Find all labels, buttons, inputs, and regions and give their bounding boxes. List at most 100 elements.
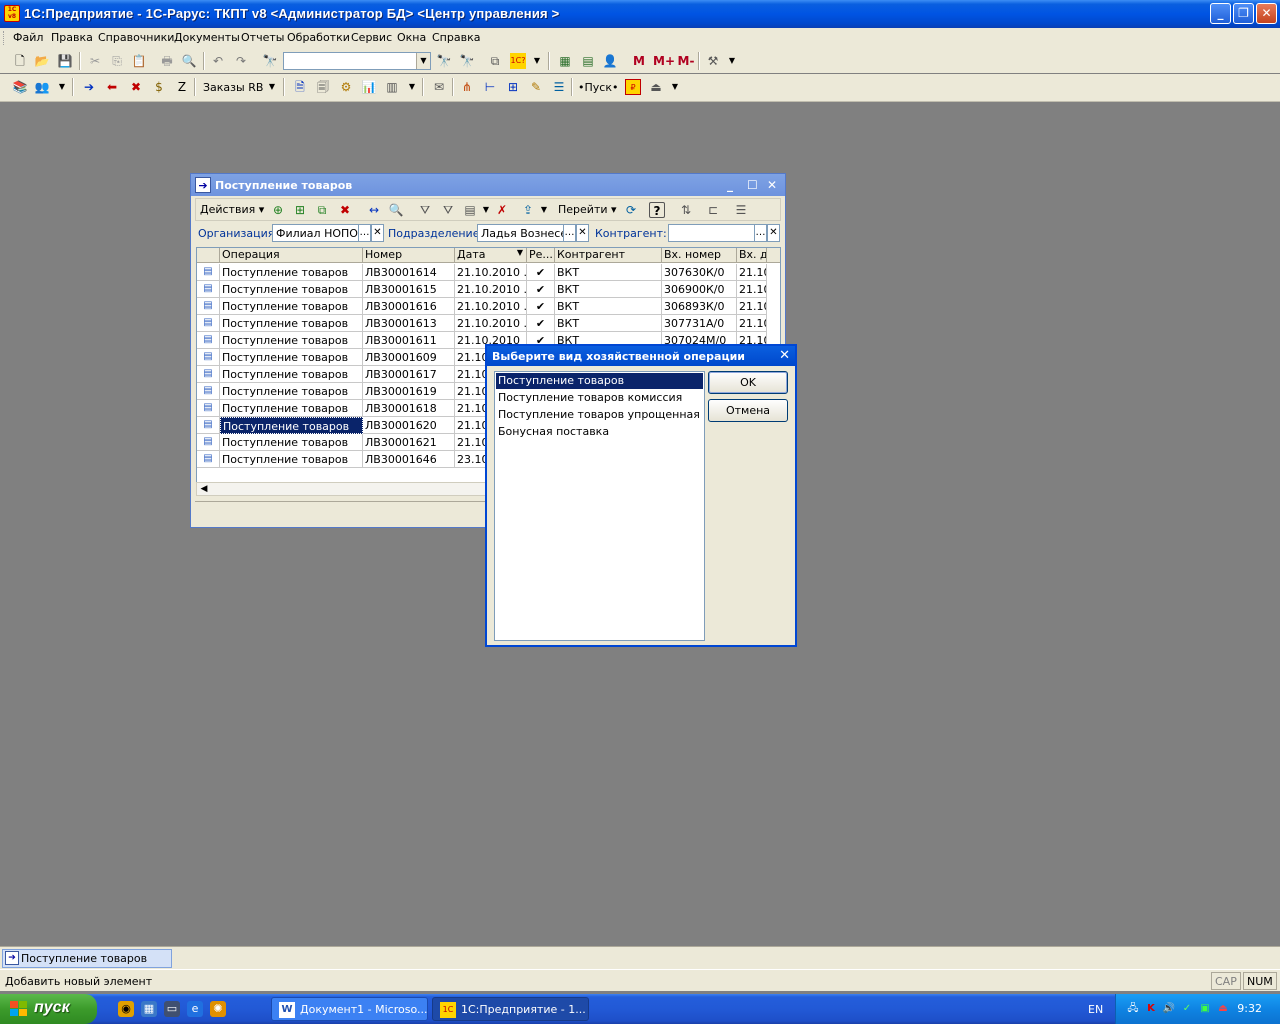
menu-file[interactable]: Файл	[13, 31, 43, 44]
quicklaunch-explorer-icon[interactable]: ▦	[141, 1001, 157, 1017]
network-icon[interactable]: 🖧	[1126, 1002, 1140, 1016]
cell-operation[interactable]: Поступление товаров	[220, 417, 363, 434]
chevron-down-icon[interactable]: ▼	[416, 53, 430, 69]
safely-remove-icon[interactable]: ⏏	[1216, 1002, 1230, 1016]
cell-operation[interactable]: Поступление товаров	[220, 451, 363, 468]
cell-posted[interactable]: ✔	[527, 298, 555, 315]
operation-option[interactable]: Поступление товаров	[496, 373, 703, 389]
report-icon[interactable]: ▥	[384, 79, 400, 95]
tools-icon[interactable]: ⚒	[705, 53, 721, 69]
chevron-down-icon[interactable]: ▼	[404, 79, 420, 95]
cell-number[interactable]: ЛВ30001615	[363, 281, 455, 298]
menu-documents[interactable]: Документы	[174, 31, 240, 44]
column-header-number[interactable]: Номер	[363, 248, 455, 263]
structure-icon[interactable]: ⚙	[338, 79, 354, 95]
cell-operation[interactable]: Поступление товаров	[220, 349, 363, 366]
cell-number[interactable]: ЛВ30001646	[363, 451, 455, 468]
menu-edit[interactable]: Правка	[51, 31, 93, 44]
sort-z-icon[interactable]: Z	[174, 79, 190, 95]
windows-icon[interactable]: ⧉	[487, 53, 503, 69]
1c-icon[interactable]: ₽	[625, 79, 641, 95]
calendar-icon[interactable]: ▤	[580, 53, 596, 69]
restore-button[interactable]: ❐	[1233, 3, 1254, 24]
cell-operation[interactable]: Поступление товаров	[220, 264, 363, 281]
cell-posted[interactable]: ✔	[527, 315, 555, 332]
cell-contractor[interactable]: ВКТ	[555, 281, 662, 298]
antivirus-icon[interactable]: K	[1144, 1002, 1158, 1016]
stack-icon[interactable]: ☰	[551, 79, 567, 95]
chevron-down-icon[interactable]: ▼	[54, 79, 70, 95]
sort-icon[interactable]: ⇅	[678, 202, 694, 218]
list-settings-icon[interactable]: ☰	[733, 202, 749, 218]
department-select-button[interactable]: …	[563, 224, 576, 242]
tree-icon[interactable]: ⊢	[482, 79, 498, 95]
orders-rb-button[interactable]: Заказы RB	[203, 81, 263, 94]
cell-number[interactable]: ЛВ30001609	[363, 349, 455, 366]
cell-number[interactable]: ЛВ30001620	[363, 417, 455, 434]
memory-plus-button[interactable]: M+	[653, 53, 675, 69]
cell-posted[interactable]: ✔	[527, 281, 555, 298]
shipment-icon[interactable]: ⬅	[104, 79, 120, 95]
cell-operation[interactable]: Поступление товаров	[220, 400, 363, 417]
eject-icon[interactable]: ⏏	[648, 79, 664, 95]
cell-incoming-number[interactable]: 307630К/0	[662, 264, 737, 281]
operation-option[interactable]: Поступление товаров упрощенная ко...	[496, 407, 703, 423]
minimize-button[interactable]: _	[1210, 3, 1231, 24]
contractor-select-button[interactable]: …	[754, 224, 767, 242]
return-icon[interactable]: ✖	[128, 79, 144, 95]
refresh-icon[interactable]: ⟳	[623, 202, 639, 218]
hierarchy-icon[interactable]: ⋔	[459, 79, 475, 95]
operation-list[interactable]: Поступление товаров Поступление товаров к…	[494, 371, 705, 641]
paste-icon[interactable]: 📋	[131, 53, 147, 69]
add-icon[interactable]: ⊕	[270, 202, 286, 218]
column-header-incoming-number[interactable]: Вх. номер	[662, 248, 737, 263]
language-indicator[interactable]: EN	[1088, 1003, 1103, 1016]
cancel-button[interactable]: Отмена	[708, 399, 788, 422]
cell-operation[interactable]: Поступление товаров	[220, 281, 363, 298]
column-header-contractor[interactable]: Контрагент	[555, 248, 662, 263]
users-icon[interactable]: 👥	[34, 79, 50, 95]
department-field[interactable]: Ладья Вознесен	[477, 224, 564, 242]
cell-incoming-number[interactable]: 307731А/0	[662, 315, 737, 332]
help-1c-icon[interactable]: 1С?	[510, 53, 526, 69]
chevron-down-icon[interactable]: ▼	[529, 53, 545, 69]
table-row[interactable]: ▤ Поступление товаров ЛВ30001614 21.10.2010…	[197, 264, 780, 281]
scroll-left-icon[interactable]: ◀	[198, 483, 210, 495]
menu-reports[interactable]: Отчеты	[241, 31, 284, 44]
cell-contractor[interactable]: ВКТ	[555, 315, 662, 332]
cell-operation[interactable]: Поступление товаров	[220, 434, 363, 451]
money-icon[interactable]: $	[151, 79, 167, 95]
cell-incoming-date[interactable]: 21.10	[737, 298, 767, 315]
memory-minus-button[interactable]: M-	[676, 53, 696, 69]
cell-incoming-date[interactable]: 21.10	[737, 315, 767, 332]
contractor-field[interactable]	[668, 224, 755, 242]
close-button[interactable]: ✕	[1256, 3, 1277, 24]
search-combo[interactable]: ▼	[283, 52, 431, 70]
calculator-icon[interactable]: ▦	[557, 53, 573, 69]
new-document-icon[interactable]: 🗋	[12, 53, 28, 69]
cell-incoming-date[interactable]: 21.10	[737, 264, 767, 281]
organization-field[interactable]: Филиал НОПО	[272, 224, 359, 242]
menu-grip[interactable]	[3, 31, 6, 45]
find-next-icon[interactable]: 🔭	[436, 53, 452, 69]
books-icon[interactable]: 📚	[12, 79, 28, 95]
cut-icon[interactable]: ✂	[87, 53, 103, 69]
cell-number[interactable]: ЛВ30001618	[363, 400, 455, 417]
dialog-title-bar[interactable]: Выберите вид хозяйственной операции ✕	[487, 346, 795, 366]
chevron-down-icon[interactable]: ▼	[724, 53, 740, 69]
window-tab-receipts[interactable]: ➔ Поступление товаров	[2, 949, 172, 968]
menu-processing[interactable]: Обработки	[287, 31, 350, 44]
quicklaunch-messenger-icon[interactable]: ✺	[210, 1001, 226, 1017]
doc-add-icon[interactable]: 🗎	[292, 79, 308, 95]
contractor-clear-icon[interactable]: ✕	[767, 224, 780, 242]
cell-incoming-number[interactable]: 306900К/0	[662, 281, 737, 298]
chevron-down-icon[interactable]: ▼	[667, 79, 683, 95]
ok-button[interactable]: OK	[708, 371, 788, 394]
actions-menu[interactable]: Действия ▾	[200, 203, 264, 216]
add-group-icon[interactable]: ⊞	[292, 202, 308, 218]
close-icon[interactable]: ✕	[779, 348, 790, 363]
goto-menu[interactable]: Перейти ▾	[558, 203, 617, 216]
cell-contractor[interactable]: ВКТ	[555, 298, 662, 315]
print-icon[interactable]: 🖶	[159, 53, 175, 69]
receipt-icon[interactable]: ➔	[81, 79, 97, 95]
